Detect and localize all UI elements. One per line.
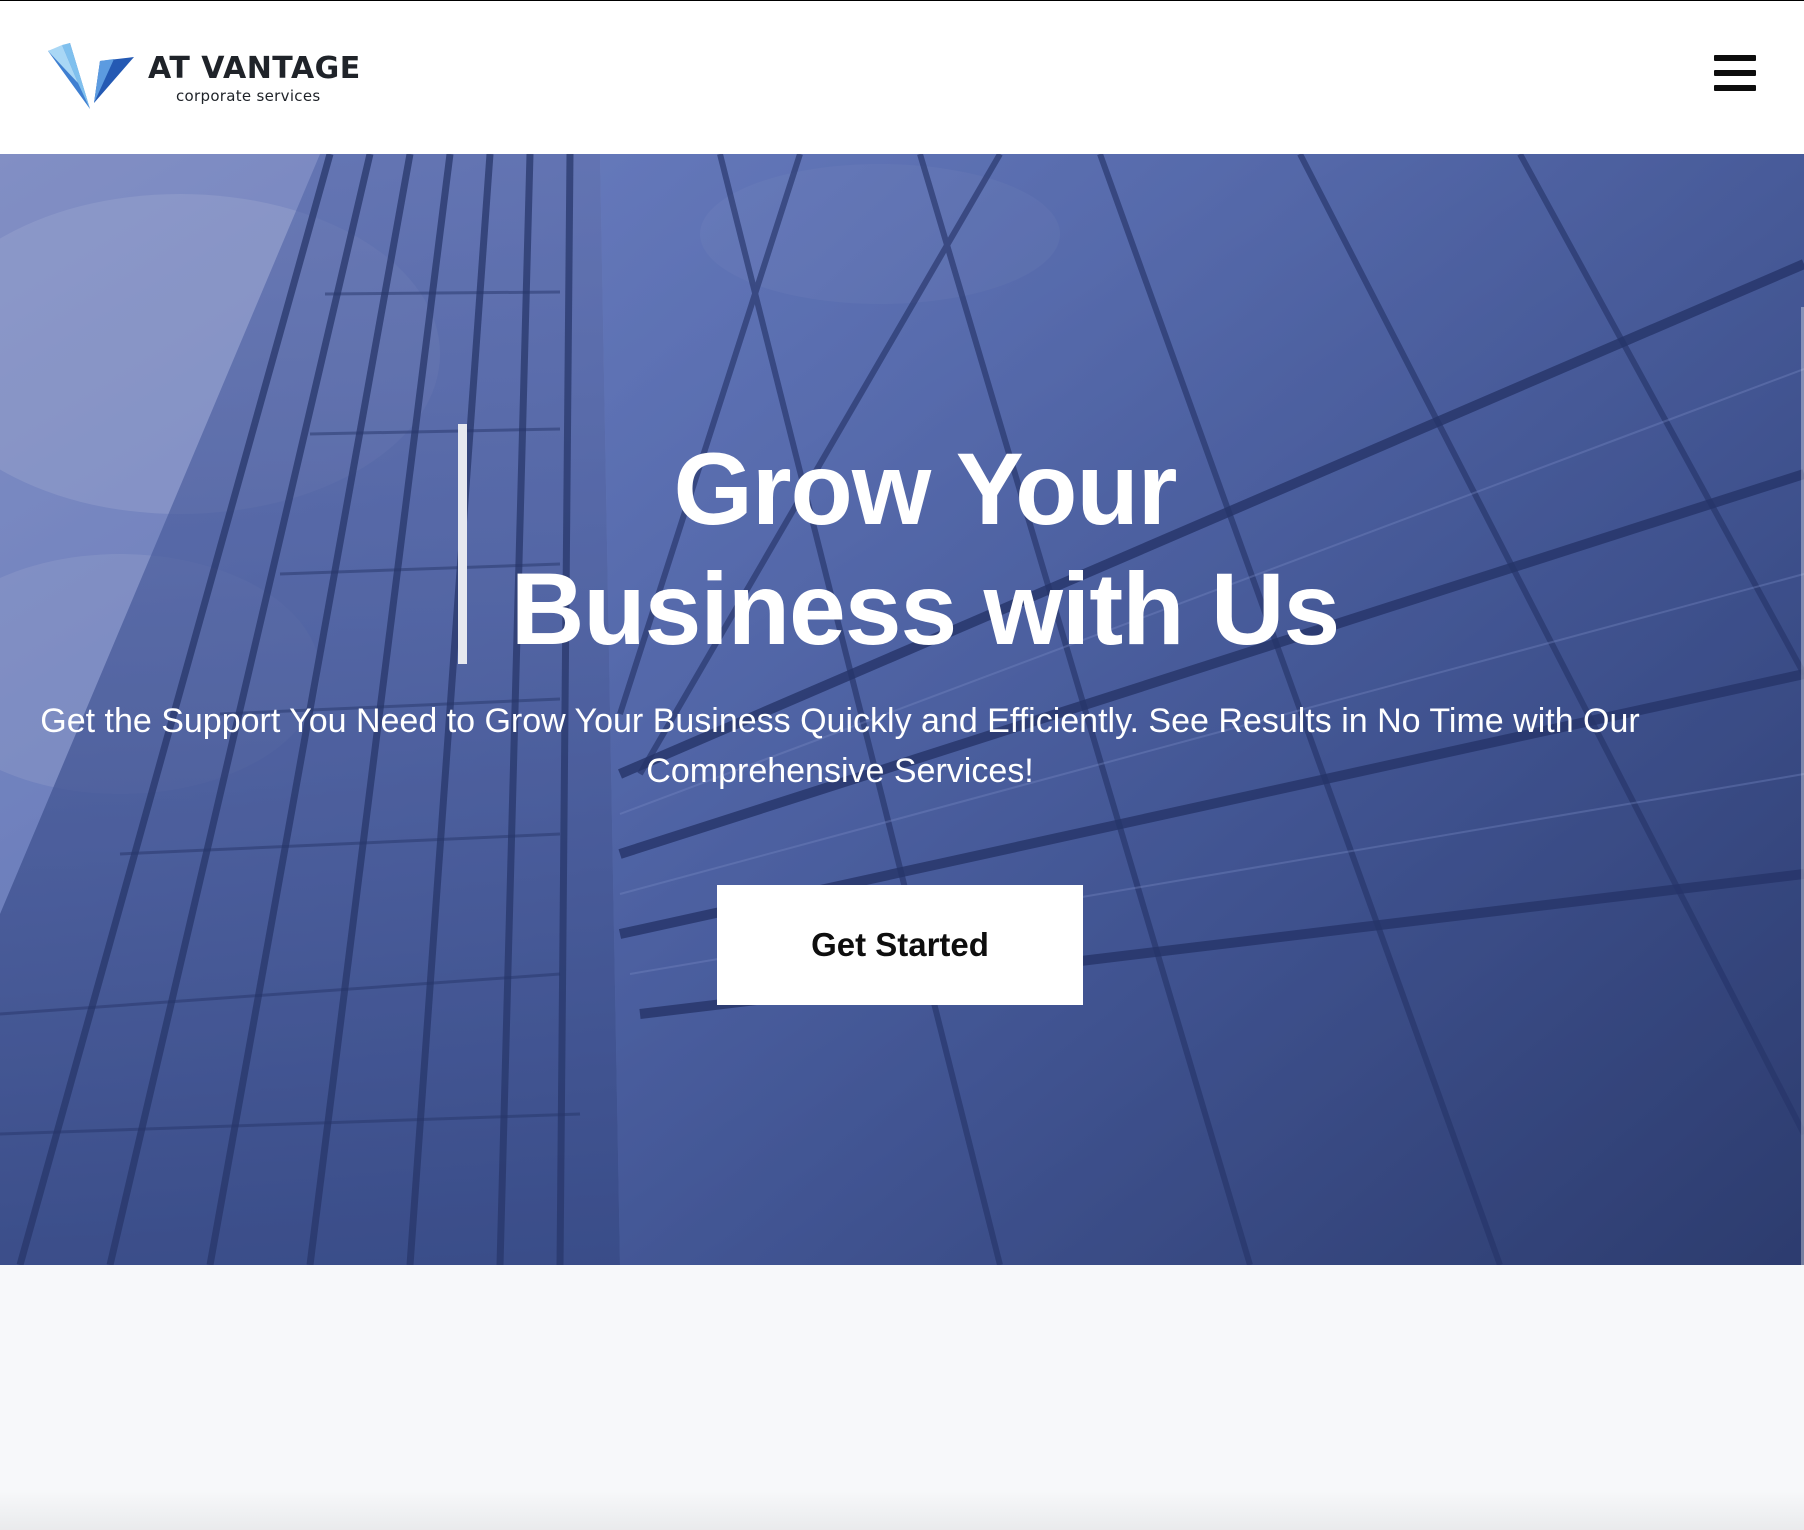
menu-bar: [1714, 85, 1756, 91]
brand-tagline: corporate services: [176, 87, 321, 105]
menu-bar: [1714, 70, 1756, 76]
brand-logo-link[interactable]: AT VANTAGE corporate services: [48, 43, 360, 113]
diamond-v-icon: [48, 43, 134, 109]
site-header: AT VANTAGE corporate services: [0, 1, 1804, 154]
hero-subtitle: Get the Support You Need to Grow Your Bu…: [40, 696, 1640, 796]
hamburger-menu-icon[interactable]: [1714, 53, 1756, 93]
title-accent-bar: [458, 424, 467, 664]
hero-title-line-2: Business with Us: [510, 552, 1341, 666]
hero-subtitle-line-1: Get the Support You Need to Grow Your Bu…: [40, 702, 1640, 740]
hero-title: Grow Your Business with Us: [480, 429, 1370, 669]
get-started-button[interactable]: Get Started: [717, 885, 1083, 1005]
page: AT VANTAGE corporate services Grow Your …: [0, 0, 1804, 1530]
menu-bar: [1714, 55, 1756, 61]
hero-section: Grow Your Business with Us Get the Suppo…: [0, 154, 1804, 1265]
content-section: [0, 1265, 1804, 1530]
brand-name: AT VANTAGE: [148, 51, 361, 86]
hero-subtitle-line-2: Comprehensive Services!: [646, 752, 1034, 790]
hero-title-line-1: Grow Your: [673, 432, 1178, 546]
